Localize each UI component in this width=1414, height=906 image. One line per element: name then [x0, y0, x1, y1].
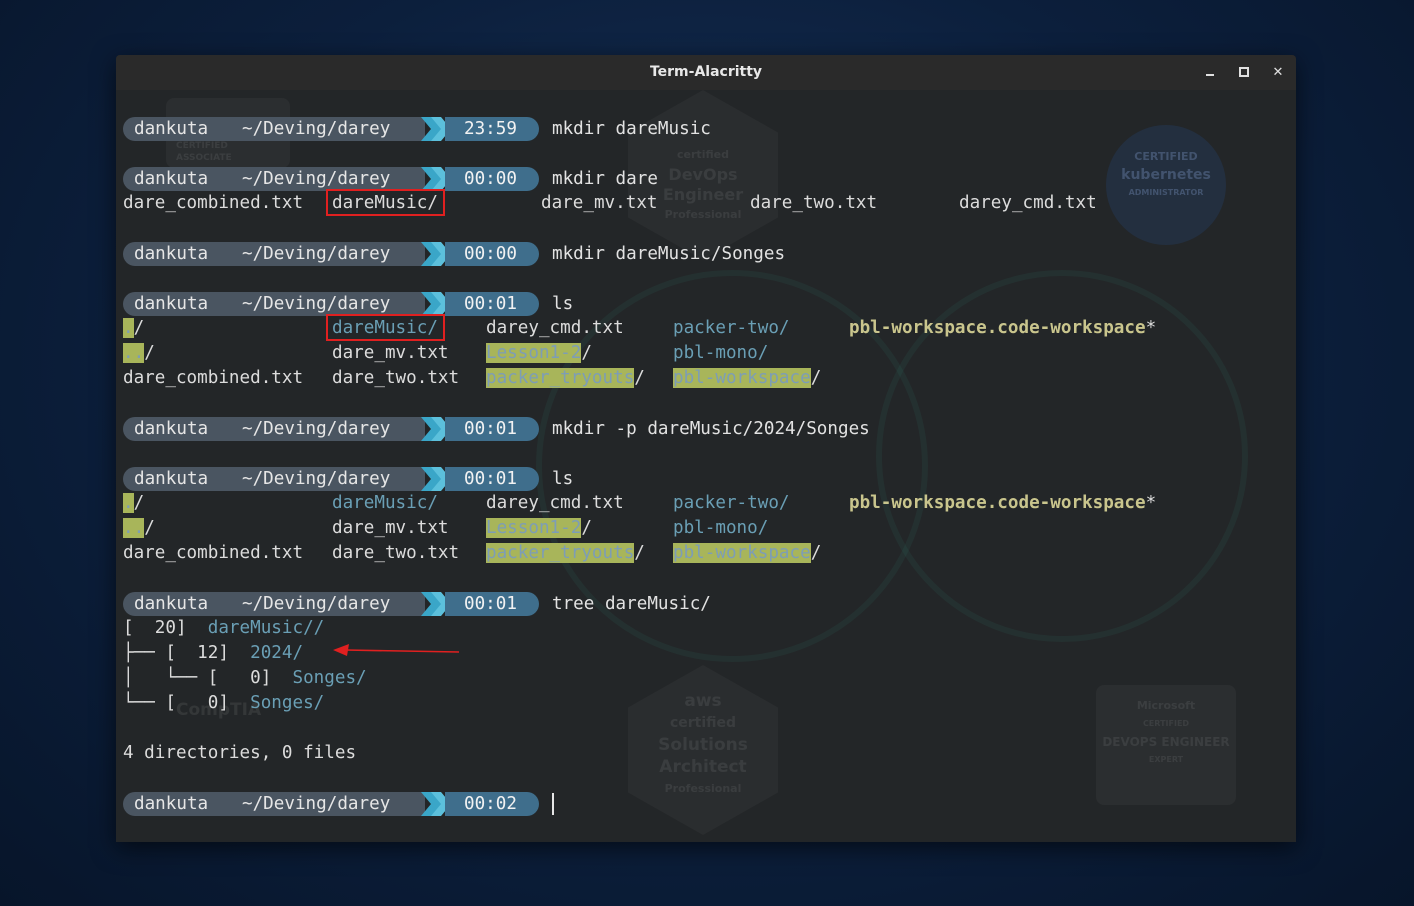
- prompt-directory: ~/Deving/darey: [235, 417, 425, 441]
- ls-entry: dare_combined.txt: [123, 368, 304, 388]
- output-file: dare_combined.txt: [123, 193, 304, 213]
- prompt-time: 00:00: [445, 242, 539, 266]
- window-title: Term-Alacritty: [649, 64, 763, 80]
- minimize-button[interactable]: [1201, 63, 1219, 81]
- tree-line: ├── [ 12] 2024/: [123, 643, 304, 663]
- prompt-time: 00:01: [445, 467, 539, 491]
- ls-entry: ../: [123, 518, 155, 538]
- ls-entry: darey_cmd.txt: [486, 493, 624, 513]
- terminal-area[interactable]: certified DevOps Engineer Professional a…: [116, 90, 1296, 842]
- prompt-user: dankuta: [123, 592, 235, 616]
- prompt-time: 00:02: [445, 792, 539, 816]
- ls-entry: dare_two.txt: [332, 368, 460, 388]
- close-button[interactable]: ✕: [1269, 63, 1287, 81]
- command-text: mkdir dareMusic/Songes: [552, 244, 786, 264]
- text-cursor: [552, 793, 554, 815]
- prompt-directory: ~/Deving/darey: [235, 117, 425, 141]
- ls-entry: packer_tryouts/: [486, 543, 645, 563]
- ls-entry: Lesson1-2/: [486, 518, 592, 538]
- prompt-user: dankuta: [123, 467, 235, 491]
- ls-entry: pbl-workspace/: [673, 368, 822, 388]
- command-text: mkdir -p dareMusic/2024/Songes: [552, 419, 870, 439]
- prompt-directory: ~/Deving/darey: [235, 242, 425, 266]
- command-text: tree dareMusic/: [552, 594, 711, 614]
- prompt-time: 00:01: [445, 592, 539, 616]
- prompt-directory: ~/Deving/darey: [235, 592, 425, 616]
- ls-entry: packer_tryouts/: [486, 368, 645, 388]
- command-text: mkdir dare: [552, 169, 658, 189]
- tree-summary: 4 directories, 0 files: [123, 743, 357, 763]
- ls-entry: packer-two/: [673, 493, 790, 513]
- maximize-button[interactable]: [1235, 63, 1253, 81]
- ls-entry: dare_two.txt: [332, 543, 460, 563]
- prompt-directory: ~/Deving/darey: [235, 292, 425, 316]
- ls-entry: ./: [123, 318, 145, 338]
- title-bar[interactable]: Term-Alacritty ✕: [116, 55, 1296, 91]
- annotation-arrow: [333, 644, 460, 656]
- ls-entry: ./: [123, 493, 145, 513]
- tree-line: [ 20] dareMusic//: [123, 618, 325, 638]
- ls-entry: pbl-mono/: [673, 343, 769, 363]
- prompt-time: 00:00: [445, 167, 539, 191]
- prompt-user: dankuta: [123, 117, 235, 141]
- prompt-user: dankuta: [123, 792, 235, 816]
- command-text: ls: [552, 469, 574, 489]
- ls-entry: dare_mv.txt: [332, 518, 449, 538]
- ls-entry: pbl-workspace.code-workspace*: [849, 318, 1157, 338]
- annotation-box: [326, 189, 445, 216]
- terminal-window: Term-Alacritty ✕ certified DevOps Engine…: [116, 55, 1296, 842]
- output-file: darey_cmd.txt: [959, 193, 1097, 213]
- prompt-user: dankuta: [123, 417, 235, 441]
- tree-line: └── [ 0] Songes/: [123, 693, 325, 713]
- minimize-icon: [1206, 74, 1214, 76]
- ls-entry: dareMusic/: [332, 493, 438, 513]
- command-text: ls: [552, 294, 574, 314]
- prompt-time: 00:01: [445, 417, 539, 441]
- ls-entry: Lesson1-2/: [486, 343, 592, 363]
- close-icon: ✕: [1272, 64, 1284, 80]
- tree-line: │ └── [ 0] Songes/: [123, 668, 367, 688]
- output-file: dare_mv.txt: [541, 193, 658, 213]
- prompt-directory: ~/Deving/darey: [235, 167, 425, 191]
- ls-entry: pbl-workspace/: [673, 543, 822, 563]
- prompt-time: 23:59: [445, 117, 539, 141]
- ls-entry: darey_cmd.txt: [486, 318, 624, 338]
- annotation-box: [326, 314, 445, 341]
- prompt-user: dankuta: [123, 167, 235, 191]
- prompt-time: 00:01: [445, 292, 539, 316]
- command-text: mkdir dareMusic: [552, 119, 711, 139]
- maximize-icon: [1239, 67, 1249, 77]
- output-file: dare_two.txt: [750, 193, 878, 213]
- prompt-user: dankuta: [123, 242, 235, 266]
- ls-entry: pbl-workspace.code-workspace*: [849, 493, 1157, 513]
- ls-entry: ../: [123, 343, 155, 363]
- prompt-directory: ~/Deving/darey: [235, 792, 425, 816]
- ls-entry: pbl-mono/: [673, 518, 769, 538]
- prompt-user: dankuta: [123, 292, 235, 316]
- ls-entry: packer-two/: [673, 318, 790, 338]
- ls-entry: dare_mv.txt: [332, 343, 449, 363]
- prompt-directory: ~/Deving/darey: [235, 467, 425, 491]
- ls-entry: dare_combined.txt: [123, 543, 304, 563]
